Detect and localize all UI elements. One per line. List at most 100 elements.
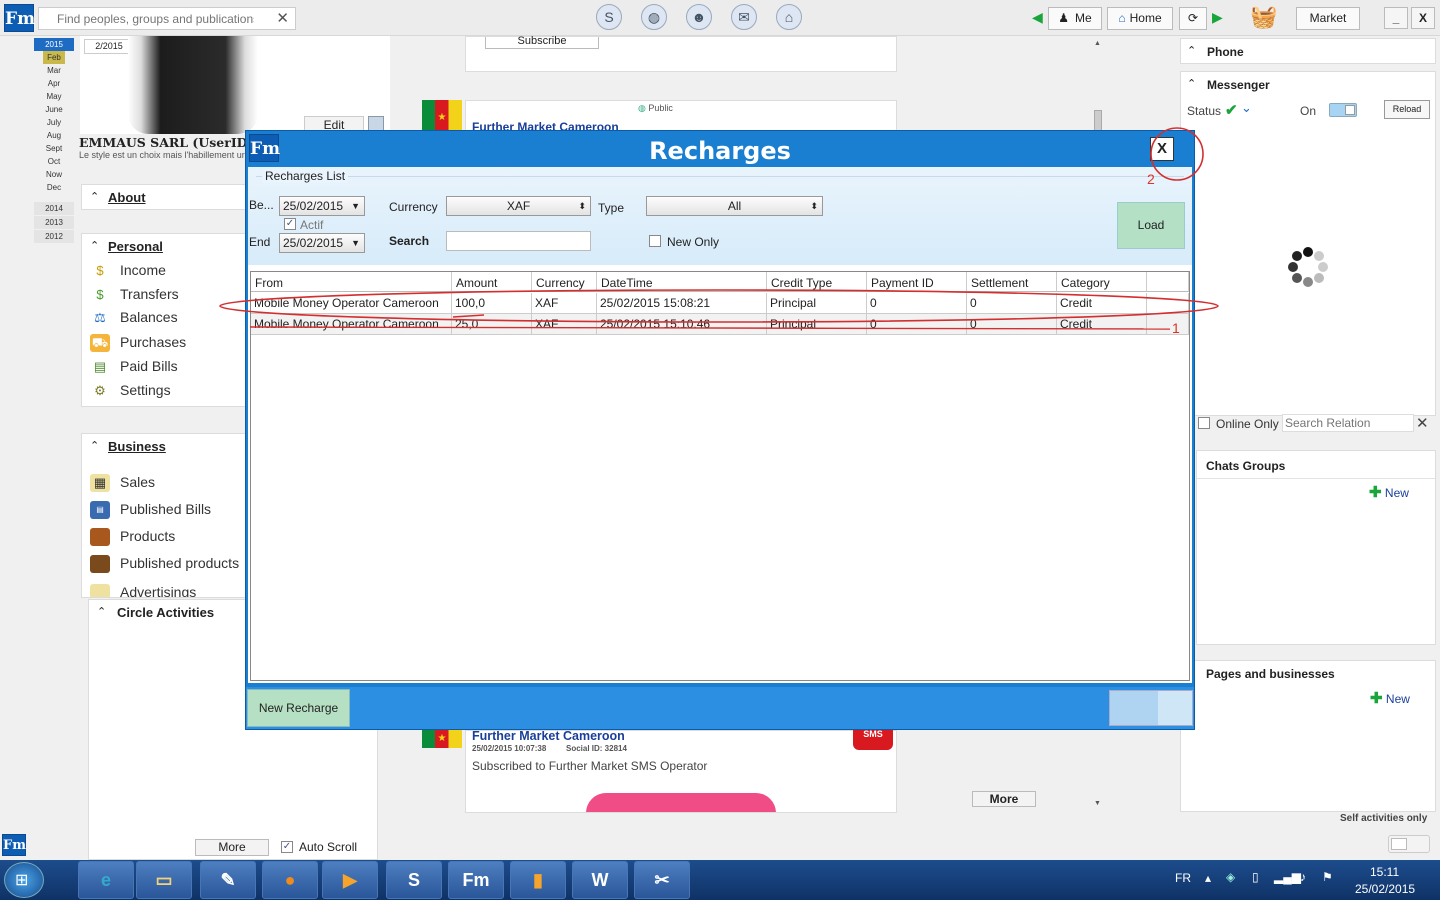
menu-purchases[interactable]: ⛟ Purchases [90, 334, 186, 353]
col-datetime[interactable]: DateTime [597, 272, 767, 292]
collapse-personal-icon[interactable]: ⌃ [90, 239, 99, 252]
profile-photo[interactable] [128, 36, 258, 134]
people-icon[interactable]: ☻ [686, 4, 712, 30]
chat-icon[interactable]: ✉ [731, 4, 757, 30]
taskbar-pdf[interactable]: ▮ [510, 861, 566, 899]
taskbar-snipping[interactable]: ✂ [634, 861, 690, 899]
menu-products[interactable]: Products [90, 528, 175, 547]
month-july[interactable]: July [34, 116, 74, 129]
menu-published-products[interactable]: Published products [90, 555, 239, 574]
month-sept[interactable]: Sept [34, 142, 74, 155]
collapse-about-icon[interactable]: ⌃ [90, 190, 99, 203]
year-2012[interactable]: 2012 [34, 230, 74, 243]
taskbar-app[interactable]: ✎ [200, 861, 256, 899]
taskbar-explorer[interactable]: ▭ [136, 861, 192, 899]
clock-date[interactable]: 25/02/2015 [1355, 882, 1415, 896]
year-2013[interactable]: 2013 [34, 216, 74, 229]
clock-time[interactable]: 15:11 [1370, 865, 1399, 879]
menu-balances[interactable]: ⚖ Balances [90, 309, 177, 327]
collapse-phone-icon[interactable]: ⌃ [1187, 44, 1196, 57]
tray-expand-icon[interactable]: ▴ [1205, 871, 1211, 885]
taskbar-firefox[interactable]: ● [262, 861, 318, 899]
close-window-button[interactable]: X [1411, 7, 1435, 29]
load-button[interactable]: Load [1117, 202, 1185, 249]
collapse-business-icon[interactable]: ⌃ [90, 439, 99, 452]
home-button[interactable]: ⌂ Home [1107, 7, 1173, 30]
feed-more-button[interactable]: More [972, 791, 1036, 807]
begin-date-picker[interactable]: 25/02/2015 ▼ [279, 196, 365, 216]
language-indicator[interactable]: FR [1175, 871, 1191, 885]
new-page-link[interactable]: ✚ New [1370, 689, 1410, 707]
taskbar-fm[interactable]: Fm [448, 861, 504, 899]
me-button[interactable]: ♟ Me [1048, 7, 1102, 30]
end-date-picker[interactable]: 25/02/2015 ▼ [279, 233, 365, 253]
dialog-close-button[interactable]: X [1150, 137, 1174, 161]
menu-published-bills[interactable]: ▤ Published Bills [90, 501, 211, 520]
scroll-down-icon[interactable]: ▼ [1094, 800, 1101, 807]
menu-paid-bills[interactable]: ▤ Paid Bills [90, 358, 178, 376]
scroll-up-icon[interactable]: ▲ [1094, 40, 1101, 47]
skype-icon[interactable]: S [596, 4, 622, 30]
taskbar-ie[interactable]: e [78, 861, 134, 899]
messenger-toggle[interactable] [1329, 103, 1357, 117]
reload-button[interactable]: Reload [1384, 100, 1430, 119]
global-search-input[interactable] [39, 8, 254, 29]
menu-transfers[interactable]: $ Transfers [90, 286, 178, 304]
business-heading[interactable]: Business [108, 439, 166, 454]
collapse-circle-icon[interactable]: ⌃ [97, 605, 106, 618]
new-only-checkbox[interactable] [649, 235, 661, 247]
online-only-checkbox[interactable] [1198, 417, 1210, 429]
personal-heading[interactable]: Personal [108, 239, 163, 254]
month-apr[interactable]: Apr [34, 77, 74, 90]
col-credit-type[interactable]: Credit Type [767, 272, 867, 292]
type-select[interactable]: All ⬍ [646, 196, 823, 216]
footer-toggle[interactable] [1109, 690, 1193, 726]
menu-advertisings[interactable]: Advertisings [90, 584, 196, 597]
col-from[interactable]: From [251, 272, 452, 292]
month-feb[interactable]: Feb [43, 51, 65, 64]
signal-icon[interactable]: ▂▄▆ [1274, 870, 1301, 884]
status-dropdown-icon[interactable]: ⌄ [1241, 100, 1252, 116]
start-button[interactable]: ⊞ [4, 862, 44, 898]
menu-income[interactable]: $ Income [90, 262, 166, 280]
volume-icon[interactable]: ♪ [1300, 870, 1306, 884]
search-recharge-input[interactable] [446, 231, 591, 251]
basket-icon[interactable]: ⌂ [776, 4, 802, 30]
collapse-messenger-icon[interactable]: ⌃ [1187, 77, 1196, 90]
col-category[interactable]: Category [1057, 272, 1147, 292]
refresh-button[interactable]: ⟳ [1179, 7, 1207, 30]
month-oct[interactable]: Oct [34, 155, 74, 168]
year-2014[interactable]: 2014 [34, 202, 74, 215]
search-relation-input[interactable] [1282, 414, 1414, 432]
col-amount[interactable]: Amount [452, 272, 532, 292]
year-selected[interactable]: 2015 [34, 38, 74, 51]
card2-title[interactable]: Further Market Cameroon [472, 731, 625, 743]
market-basket-icon[interactable]: 🧺 [1250, 4, 1277, 30]
new-chat-group-link[interactable]: ✚ New [1369, 483, 1409, 501]
menu-settings[interactable]: ⚙ Settings [90, 382, 170, 400]
month-now[interactable]: Now [34, 168, 74, 181]
globe-icon[interactable]: ◍ [641, 4, 667, 30]
month-aug[interactable]: Aug [34, 129, 74, 142]
currency-select[interactable]: XAF ⬍ [446, 196, 591, 216]
network-icon[interactable]: ◈ [1226, 870, 1235, 884]
menu-sales[interactable]: ▦ Sales [90, 474, 155, 493]
minimize-button[interactable]: _ [1384, 7, 1408, 29]
market-button[interactable]: Market [1296, 7, 1360, 30]
subscribe-button[interactable]: Subscribe [485, 36, 599, 49]
battery-icon[interactable]: ▯ [1252, 870, 1259, 884]
new-recharge-button[interactable]: New Recharge [247, 689, 350, 727]
month-june[interactable]: June [34, 103, 74, 116]
auto-scroll-checkbox[interactable]: ✓ [281, 841, 293, 853]
online-check-icon[interactable]: ✔ [1225, 101, 1238, 119]
month-dec[interactable]: Dec [34, 181, 74, 194]
clear-relation-search-icon[interactable]: ✕ [1416, 414, 1429, 432]
circle-more-button[interactable]: More [195, 839, 269, 856]
flag-icon[interactable]: ⚑ [1322, 870, 1333, 884]
actif-checkbox[interactable]: ✓ [284, 218, 296, 230]
month-mar[interactable]: Mar [34, 64, 74, 77]
self-activities-toggle[interactable] [1388, 835, 1430, 853]
forward-arrow-icon[interactable]: ▶ [1212, 9, 1223, 26]
month-may[interactable]: May [34, 90, 74, 103]
back-arrow-icon[interactable]: ◀ [1032, 9, 1043, 26]
